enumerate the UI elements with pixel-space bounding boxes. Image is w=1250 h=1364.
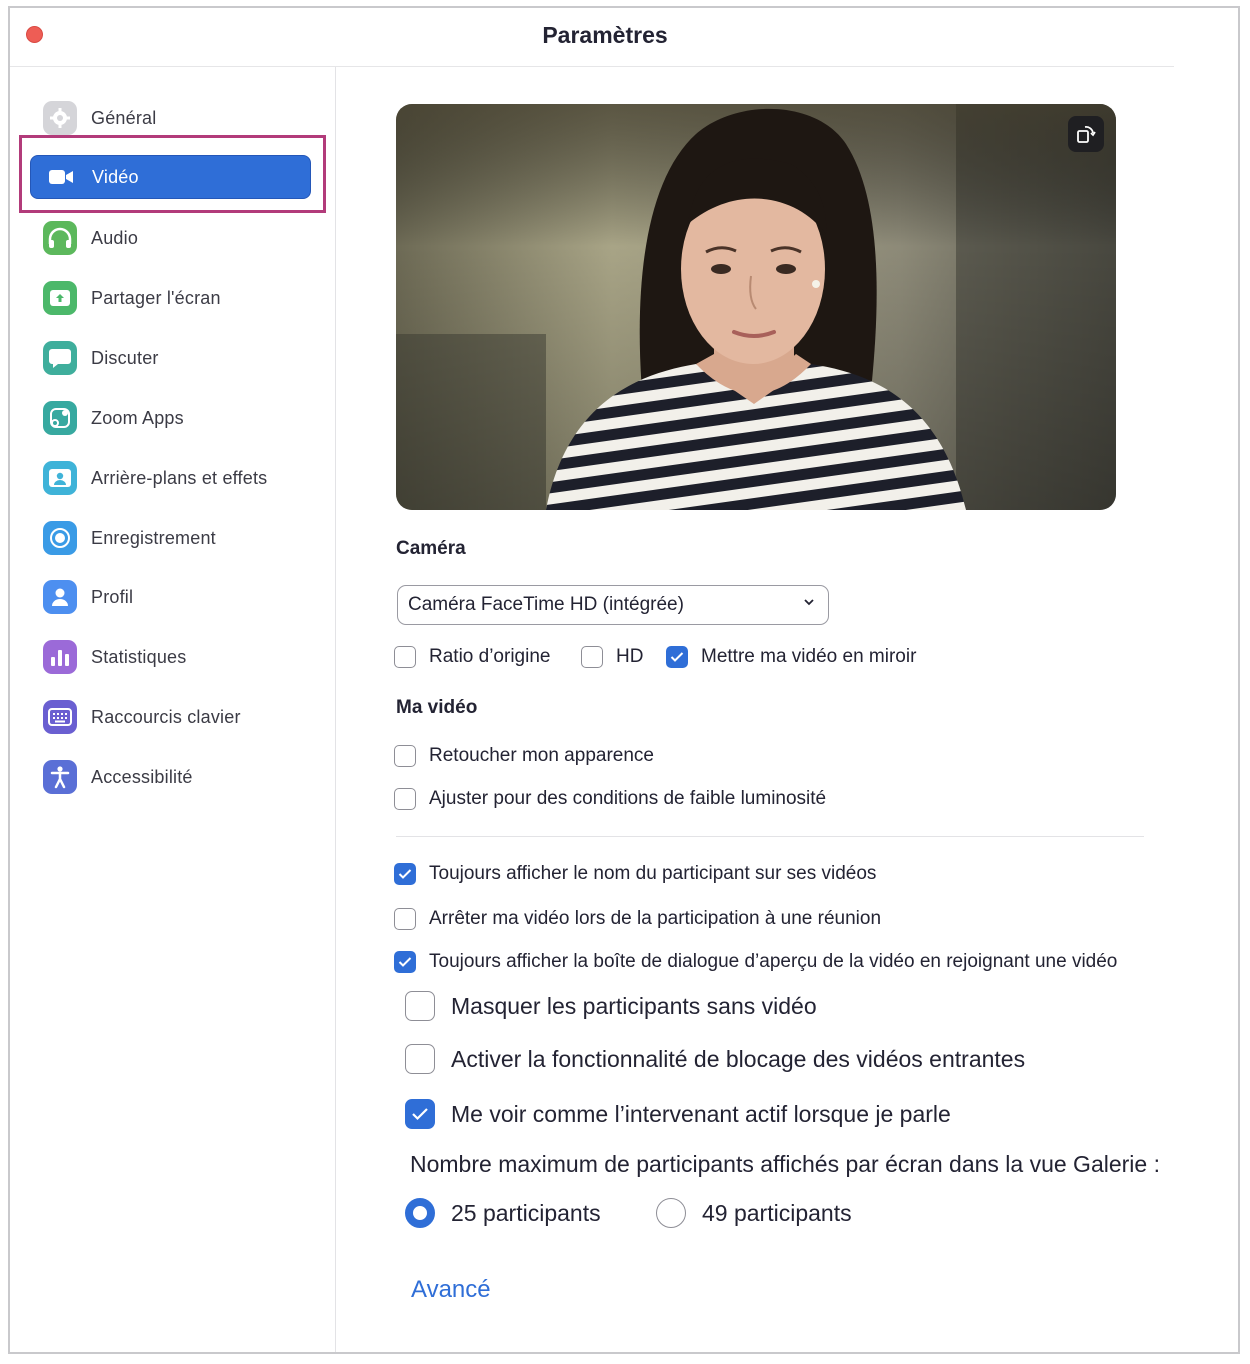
sidebar-item-label: Arrière-plans et effets <box>91 467 268 488</box>
sidebar-item-share-screen[interactable]: Partager l'écran <box>30 276 311 320</box>
sidebar-item-label: Raccourcis clavier <box>91 706 241 727</box>
window-title: Paramètres <box>542 22 668 48</box>
section-divider <box>396 836 1144 837</box>
checkbox-label: Mettre ma vidéo en miroir <box>701 646 917 667</box>
checkmark-icon <box>412 1108 428 1121</box>
checkbox-label: Toujours afficher la boîte de dialogue d… <box>429 951 1118 972</box>
checkmark-icon <box>398 957 412 967</box>
record-icon <box>43 521 77 555</box>
sidebar-item-label: Général <box>91 107 157 128</box>
sidebar-item-label: Accessibilité <box>91 766 193 787</box>
background-icon <box>43 461 77 495</box>
sidebar-item-recording[interactable]: Enregistrement <box>30 516 311 560</box>
radio-label: 25 participants <box>451 1199 601 1226</box>
checkbox-mirror-video[interactable]: Mettre ma vidéo en miroir <box>666 646 916 668</box>
radio-button[interactable] <box>656 1198 686 1228</box>
sidebar-item-statistics[interactable]: Statistiques <box>30 635 311 679</box>
checkbox-label: Masquer les participants sans vidéo <box>451 992 817 1019</box>
checkbox-label: Me voir comme l’intervenant actif lorsqu… <box>451 1100 951 1127</box>
sidebar-item-audio[interactable]: Audio <box>30 216 311 260</box>
sidebar-item-label: Discuter <box>91 347 159 368</box>
checkbox-hide-non-video-participants[interactable]: Masquer les participants sans vidéo <box>405 991 817 1021</box>
sidebar-item-backgrounds[interactable]: Arrière-plans et effets <box>30 456 311 500</box>
sidebar-item-accessibility[interactable]: Accessibilité <box>30 755 311 799</box>
accessibility-icon <box>43 760 77 794</box>
rotate-icon <box>1077 126 1096 143</box>
sidebar-item-label: Audio <box>91 227 139 248</box>
checkbox-box[interactable] <box>394 745 416 767</box>
checkbox-label: Ratio d’origine <box>429 646 551 667</box>
chat-bubble-icon <box>43 341 77 375</box>
checkbox-box[interactable] <box>394 951 416 973</box>
radio-button[interactable] <box>405 1198 435 1228</box>
sidebar-item-zoom-apps[interactable]: Zoom Apps <box>30 396 311 440</box>
share-screen-icon <box>43 281 77 315</box>
checkbox-show-video-preview[interactable]: Toujours afficher la boîte de dialogue d… <box>394 951 1174 973</box>
video-preview-image <box>396 104 1116 510</box>
checkbox-original-ratio[interactable]: Ratio d’origine <box>394 646 550 668</box>
sidebar-divider <box>335 67 336 1352</box>
camera-select[interactable]: Caméra FaceTime HD (intégrée) <box>397 585 829 625</box>
sidebar-item-label: Profil <box>91 586 134 607</box>
headphones-icon <box>43 221 77 255</box>
checkbox-low-light[interactable]: Ajuster pour des conditions de faible lu… <box>394 788 826 810</box>
keyboard-icon <box>43 700 77 734</box>
sidebar-item-profile[interactable]: Profil <box>30 575 311 619</box>
checkbox-box[interactable] <box>394 788 416 810</box>
sidebar-item-label: Partager l'écran <box>91 287 221 308</box>
checkbox-block-incoming-video[interactable]: Activer la fonctionnalité de blocage des… <box>405 1044 1025 1074</box>
sidebar-item-label: Zoom Apps <box>91 407 184 428</box>
checkbox-box[interactable] <box>405 991 435 1021</box>
radio-label: 49 participants <box>702 1199 852 1226</box>
sidebar: Général Vidéo Audio Partager l'écran Dis <box>10 67 335 1352</box>
checkbox-label: Arrêter ma vidéo lors de la participatio… <box>429 908 882 929</box>
rotate-camera-button[interactable] <box>1068 116 1104 152</box>
sidebar-item-keyboard-shortcuts[interactable]: Raccourcis clavier <box>30 695 311 739</box>
checkbox-label: Activer la fonctionnalité de blocage des… <box>451 1045 1026 1072</box>
checkbox-box[interactable] <box>394 863 416 885</box>
radio-49-participants[interactable]: 49 participants <box>656 1198 852 1228</box>
selection-highlight <box>19 135 326 213</box>
sidebar-item-label: Enregistrement <box>91 527 216 548</box>
chevron-down-icon <box>804 599 814 606</box>
checkbox-box[interactable] <box>394 908 416 930</box>
checkmark-icon <box>398 869 412 879</box>
checkbox-see-self-as-active-speaker[interactable]: Me voir comme l’intervenant actif lorsqu… <box>405 1099 951 1129</box>
checkbox-touch-up-appearance[interactable]: Retoucher mon apparence <box>394 745 654 767</box>
checkbox-box[interactable] <box>405 1044 435 1074</box>
checkbox-label: HD <box>616 646 644 667</box>
camera-heading: Caméra <box>396 538 466 559</box>
sidebar-item-chat[interactable]: Discuter <box>30 336 311 380</box>
video-preview <box>396 104 1116 510</box>
gear-icon <box>43 101 77 135</box>
checkbox-box[interactable] <box>405 1099 435 1129</box>
checkmark-icon <box>670 652 684 662</box>
checkbox-box[interactable] <box>666 646 688 668</box>
statistics-icon <box>43 640 77 674</box>
advanced-link[interactable]: Avancé <box>411 1276 491 1304</box>
checkbox-stop-video-on-join[interactable]: Arrêter ma vidéo lors de la participatio… <box>394 908 881 930</box>
camera-select-value: Caméra FaceTime HD (intégrée) <box>408 594 684 615</box>
checkbox-label: Toujours afficher le nom du participant … <box>429 863 877 884</box>
checkbox-hd[interactable]: HD <box>581 646 643 668</box>
gallery-max-label: Nombre maximum de participants affichés … <box>410 1151 1160 1177</box>
my-video-heading: Ma vidéo <box>396 697 478 718</box>
profile-icon <box>43 580 77 614</box>
sidebar-item-label: Statistiques <box>91 646 187 667</box>
checkbox-label: Retoucher mon apparence <box>429 745 654 766</box>
checkbox-label: Ajuster pour des conditions de faible lu… <box>429 788 827 809</box>
radio-25-participants[interactable]: 25 participants <box>405 1198 601 1228</box>
checkbox-box[interactable] <box>394 646 416 668</box>
checkbox-show-participant-names[interactable]: Toujours afficher le nom du participant … <box>394 863 876 885</box>
apps-icon <box>43 401 77 435</box>
checkbox-box[interactable] <box>581 646 603 668</box>
settings-window: Paramètres Général Vidéo Audio Partager … <box>8 6 1240 1354</box>
sidebar-item-general[interactable]: Général <box>30 96 311 140</box>
